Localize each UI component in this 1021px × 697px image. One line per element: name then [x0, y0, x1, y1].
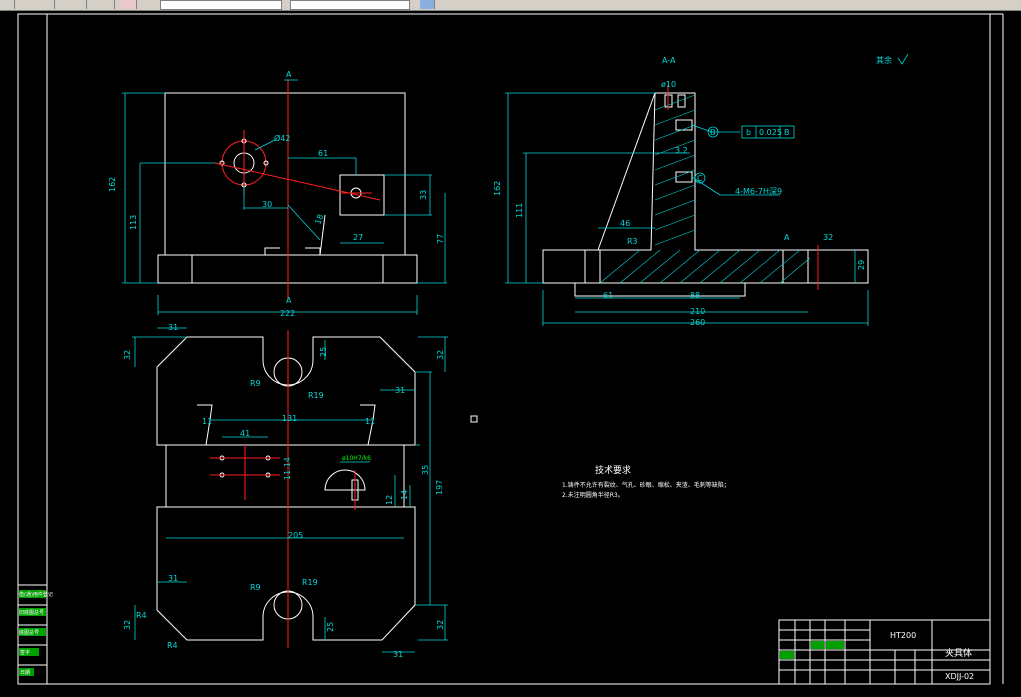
svg-text:32: 32 [823, 233, 833, 242]
svg-text:2.未注明圆角半径R3。: 2.未注明圆角半径R3。 [562, 491, 624, 499]
svg-text:27: 27 [353, 233, 363, 242]
svg-text:11: 11 [202, 417, 212, 426]
svg-text:ø10H7/k6: ø10H7/k6 [342, 455, 371, 462]
svg-text:162: 162 [108, 177, 117, 192]
svg-text:111: 111 [515, 203, 524, 218]
front-view: A A 162 113 222 77 33 27 61 30 Ø42 18 [108, 70, 447, 318]
svg-text:11.14: 11.14 [283, 457, 292, 480]
svg-text:77: 77 [436, 234, 445, 244]
svg-text:29: 29 [857, 260, 866, 270]
svg-text:b: b [746, 128, 751, 137]
toolbar-button[interactable] [0, 0, 15, 9]
svg-text:32: 32 [436, 350, 445, 360]
svg-text:32: 32 [436, 620, 445, 630]
layer-field[interactable] [160, 0, 282, 10]
svg-text:0.025: 0.025 [759, 128, 782, 137]
svg-text:R3: R3 [627, 237, 638, 246]
svg-text:88: 88 [690, 291, 700, 300]
svg-text:113: 113 [129, 215, 138, 230]
svg-text:A: A [286, 296, 292, 305]
svg-text:131: 131 [282, 414, 297, 423]
svg-text:260: 260 [690, 318, 705, 327]
left-margin [17, 13, 48, 685]
svg-text:31: 31 [168, 574, 178, 583]
svg-text:其余: 其余 [876, 55, 892, 65]
svg-text:11: 11 [365, 417, 375, 426]
svg-text:61: 61 [603, 291, 613, 300]
svg-text:A-A: A-A [662, 56, 676, 65]
svg-text:B: B [710, 128, 716, 137]
svg-text:3.2: 3.2 [675, 146, 688, 155]
toolbar-button[interactable] [72, 0, 87, 9]
svg-text:210: 210 [690, 307, 705, 316]
svg-text:R19: R19 [302, 578, 318, 587]
svg-text:日期: 日期 [20, 670, 30, 676]
toolbar-button[interactable] [100, 0, 115, 9]
svg-text:46: 46 [620, 219, 630, 228]
properties-button[interactable] [420, 0, 435, 9]
svg-text:B: B [784, 128, 790, 137]
svg-text:31: 31 [395, 386, 405, 395]
svg-text:A: A [286, 70, 292, 79]
toolbar-button[interactable] [40, 0, 55, 9]
drawing-border [46, 13, 991, 685]
drawing-canvas[interactable]: A A 162 113 222 77 33 27 61 30 Ø42 18 A-… [0, 11, 1021, 697]
svg-text:41: 41 [240, 429, 250, 438]
svg-text:32: 32 [123, 350, 132, 360]
svg-text:205: 205 [288, 531, 303, 540]
svg-text:197: 197 [435, 480, 444, 495]
selection-grip[interactable] [470, 415, 478, 423]
svg-text:借(通)用件登记: 借(通)用件登记 [19, 591, 53, 598]
svg-text:A: A [784, 233, 790, 242]
top-view: 31 32 25 32 R9 R19 31 131 11 11 41 11.14… [123, 323, 448, 659]
svg-text:30: 30 [262, 200, 272, 209]
svg-text:夹具体: 夹具体 [945, 647, 972, 659]
svg-text:HT200: HT200 [890, 631, 916, 640]
toolbar-button[interactable] [120, 0, 137, 9]
style-field[interactable] [290, 0, 410, 10]
svg-text:25: 25 [326, 622, 335, 632]
svg-text:Ø42: Ø42 [274, 133, 290, 143]
svg-text:R19: R19 [308, 391, 324, 400]
svg-text:12: 12 [385, 495, 394, 505]
svg-text:25: 25 [319, 347, 328, 357]
svg-text:33: 33 [419, 190, 428, 200]
svg-text:R4: R4 [167, 641, 178, 650]
svg-text:签字: 签字 [20, 649, 30, 656]
svg-text:162: 162 [493, 181, 502, 196]
title-block: HT200 夹具体 XDJJ-02 [778, 619, 991, 685]
svg-text:31: 31 [168, 323, 178, 332]
cad-drawing: A A 162 113 222 77 33 27 61 30 Ø42 18 A-… [17, 13, 1004, 685]
svg-text:ø10: ø10 [661, 80, 676, 89]
toolbar [0, 0, 1021, 11]
svg-text:底图总号: 底图总号 [19, 629, 39, 636]
svg-text:4-M6-7H深9: 4-M6-7H深9 [735, 187, 782, 196]
svg-text:32: 32 [123, 620, 132, 630]
svg-text:14: 14 [400, 490, 409, 500]
svg-text:R9: R9 [250, 583, 261, 592]
svg-text:1.铸件不允许有裂纹、气孔、砂眼、缩松、夹渣、毛刺等缺陷；: 1.铸件不允许有裂纹、气孔、砂眼、缩松、夹渣、毛刺等缺陷； [562, 481, 730, 489]
svg-text:31: 31 [393, 650, 403, 659]
left-revision-block: 借(通)用件登记 旧底图总号 底图总号 签字 日期 [17, 584, 53, 685]
svg-text:C: C [697, 174, 703, 183]
svg-text:R4: R4 [136, 611, 147, 620]
svg-text:旧底图总号: 旧底图总号 [19, 609, 44, 616]
svg-text:35: 35 [421, 465, 430, 475]
technical-requirements: 技术要求 1.铸件不允许有裂纹、气孔、砂眼、缩松、夹渣、毛刺等缺陷； 2.未注明… [562, 464, 730, 499]
svg-text:222: 222 [280, 309, 295, 318]
svg-text:R9: R9 [250, 379, 261, 388]
svg-text:61: 61 [318, 149, 328, 158]
svg-text:技术要求: 技术要求 [595, 464, 631, 476]
svg-text:XDJJ-02: XDJJ-02 [945, 672, 974, 681]
section-view: A-A 其余 162 111 260 210 88 61 46 R3 29 32… [493, 53, 909, 327]
